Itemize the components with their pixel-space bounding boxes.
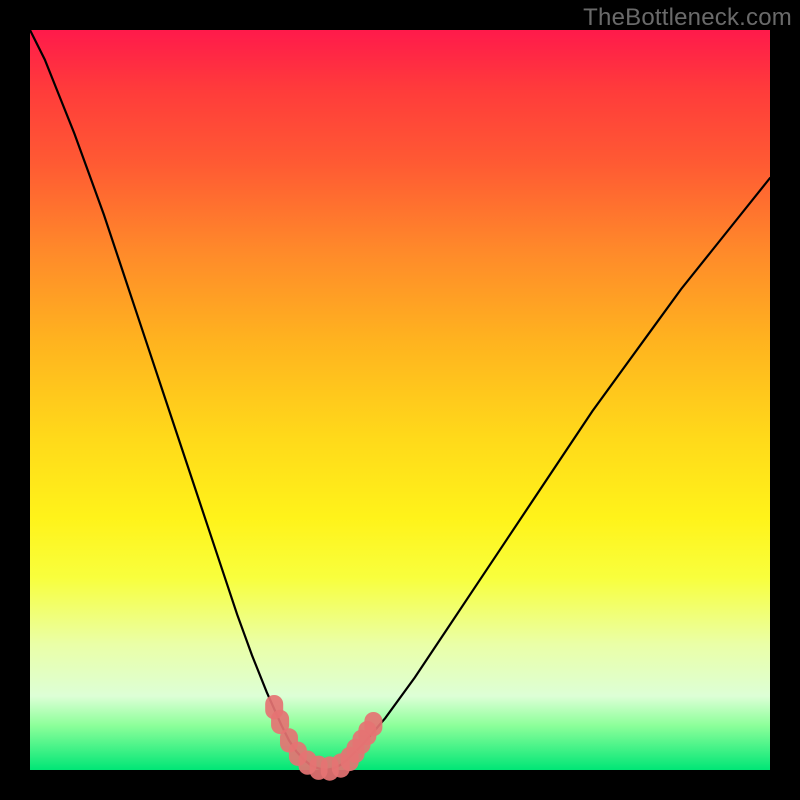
chart-frame: TheBottleneck.com	[0, 0, 800, 800]
bottleneck-curve	[30, 30, 770, 770]
data-marker	[364, 712, 382, 736]
marker-group	[265, 695, 382, 781]
curve-svg	[30, 30, 770, 770]
watermark-text: TheBottleneck.com	[583, 4, 792, 32]
plot-area	[30, 30, 770, 770]
